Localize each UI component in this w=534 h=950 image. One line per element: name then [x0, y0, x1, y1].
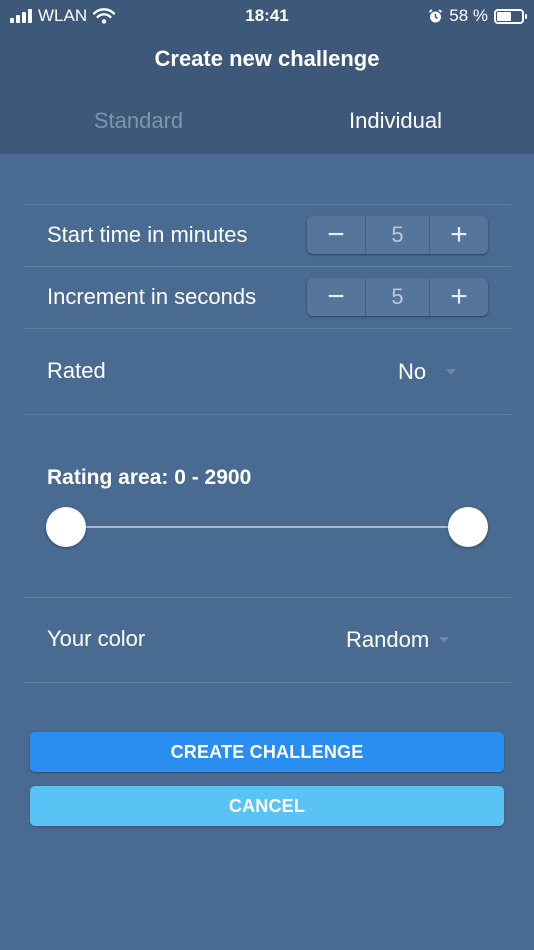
tab-individual[interactable]: Individual — [262, 108, 529, 134]
start-time-value: 5 — [365, 216, 430, 254]
rating-area-label: Rating area: 0 - 2900 — [47, 466, 252, 489]
divider — [24, 414, 511, 415]
create-challenge-button[interactable]: CREATE CHALLENGE — [30, 732, 504, 772]
increment-label: Increment in seconds — [47, 284, 257, 309]
rated-select[interactable]: No — [398, 359, 457, 385]
battery-fill — [497, 11, 511, 21]
rated-label: Rated — [47, 358, 106, 383]
status-right: 58 % — [428, 6, 527, 26]
caret-down-icon — [439, 637, 450, 643]
start-time-plus-button[interactable]: + — [430, 216, 488, 254]
color-select[interactable]: Random — [346, 627, 450, 653]
status-bar: WLAN 18:41 58 % — [0, 0, 534, 32]
start-time-label: Start time in minutes — [47, 222, 248, 247]
rating-slider-track[interactable] — [66, 526, 468, 528]
increment-minus-button[interactable]: − — [307, 278, 365, 316]
color-label: Your color — [47, 626, 146, 651]
divider — [24, 266, 511, 267]
rating-slider-max-handle[interactable] — [448, 507, 488, 547]
alarm-icon — [429, 8, 443, 22]
start-time-minus-button[interactable]: − — [307, 216, 365, 254]
divider — [24, 204, 511, 205]
color-value: Random — [346, 627, 430, 652]
rating-slider-min-handle[interactable] — [46, 507, 86, 547]
battery-percent: 58 % — [449, 6, 488, 25]
cancel-button[interactable]: CANCEL — [30, 786, 504, 826]
increment-stepper: − 5 + — [307, 278, 488, 316]
caret-down-icon — [446, 369, 457, 375]
page-title: Create new challenge — [154, 46, 380, 71]
rated-value: No — [398, 359, 427, 384]
increment-value: 5 — [365, 278, 430, 316]
tab-standard[interactable]: Standard — [5, 108, 272, 134]
start-time-stepper: − 5 + — [307, 216, 488, 254]
battery-icon — [494, 8, 527, 24]
divider — [24, 597, 511, 598]
divider — [24, 328, 511, 329]
divider — [24, 682, 511, 683]
increment-plus-button[interactable]: + — [430, 278, 488, 316]
